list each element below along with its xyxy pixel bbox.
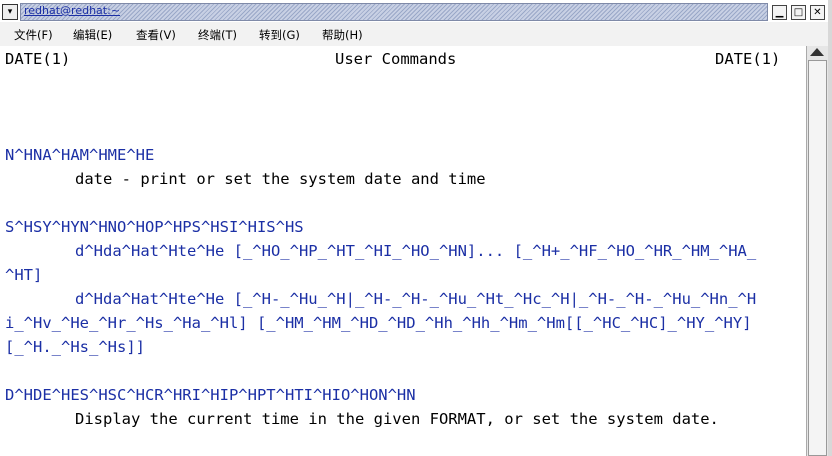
header-center: User Commands — [335, 50, 457, 68]
maximize-button[interactable]: □ — [791, 5, 806, 20]
synopsis-line-2-cont: i_^Hv_^He_^Hr_^Hs_^Ha_^Hl] [_^HM_^HM_^HD… — [5, 314, 752, 332]
menu-view[interactable]: 查看(V) — [136, 27, 176, 43]
synopsis-line-2: d^Hda^Hat^Hte^He [_^H-_^Hu_^H|_^H-_^H-_^… — [75, 290, 757, 308]
title-bar: ▾ redhat@redhat:~ ▁ □ ✕ — [0, 0, 832, 22]
scroll-up-arrow-icon[interactable] — [810, 48, 824, 56]
description-text: Display the current time in the given FO… — [75, 410, 719, 428]
terminal-output[interactable]: DATE(1) User Commands DATE(1) N^HNA^HAM^… — [0, 46, 806, 456]
section-description: D^HDE^HES^HSC^HCR^HRI^HIP^HPT^HTI^HIO^HO… — [5, 386, 416, 404]
vertical-scrollbar[interactable] — [806, 46, 829, 456]
window-border — [828, 0, 832, 456]
synopsis-line-2-end: [_^H._^Hs_^Hs]] — [5, 338, 145, 356]
synopsis-line-1-cont: ^HT] — [5, 266, 43, 284]
menu-terminal[interactable]: 终端(T) — [198, 27, 237, 43]
name-description: date - print or set the system date and … — [75, 170, 486, 188]
menu-bar: 文件(F) 编辑(E) 查看(V) 终端(T) 转到(G) 帮助(H) — [0, 22, 832, 47]
menu-file[interactable]: 文件(F) — [14, 27, 53, 43]
menu-go[interactable]: 转到(G) — [259, 27, 300, 43]
synopsis-line-1: d^Hda^Hat^Hte^He [_^HO_^HP_^HT_^HI_^HO_^… — [75, 242, 757, 260]
close-button[interactable]: ✕ — [810, 5, 825, 20]
minimize-button[interactable]: ▁ — [772, 5, 787, 20]
window-title: redhat@redhat:~ — [24, 4, 121, 17]
header-right: DATE(1) — [715, 50, 781, 68]
scroll-thumb[interactable] — [808, 60, 827, 456]
section-synopsis: S^HSY^HYN^HNO^HOP^HPS^HSI^HIS^HS — [5, 218, 304, 236]
title-stripe[interactable] — [20, 3, 768, 21]
section-name: N^HNA^HAM^HME^HE — [5, 146, 155, 164]
window-menu-icon[interactable]: ▾ — [2, 4, 18, 20]
menu-edit[interactable]: 编辑(E) — [73, 27, 112, 43]
menu-help[interactable]: 帮助(H) — [322, 27, 363, 43]
header-left: DATE(1) — [5, 50, 71, 68]
